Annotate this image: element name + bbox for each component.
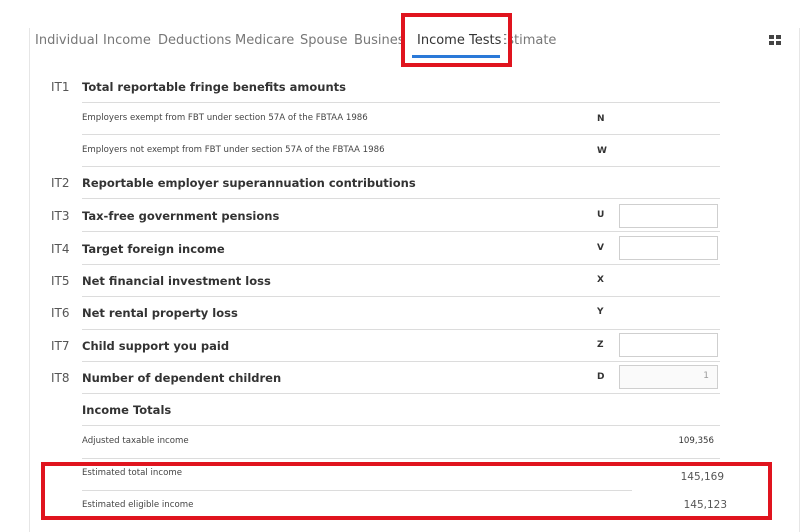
item-code-it2: IT2 <box>51 176 70 190</box>
child-support-paid-input[interactable] <box>619 333 718 357</box>
row-divider <box>82 329 720 330</box>
item-code-it6: IT6 <box>51 306 70 320</box>
item-code-it3: IT3 <box>51 209 70 223</box>
item-label-it8: Number of dependent children <box>82 371 282 385</box>
tab-business[interactable]: Business <box>354 33 402 48</box>
tab-highlight-box <box>401 13 512 67</box>
totals-highlight-box <box>41 462 772 520</box>
tab-medicare[interactable]: Medicare <box>235 33 294 48</box>
field-letter-x: X <box>597 275 604 285</box>
row-divider <box>82 198 720 199</box>
item-label-it5: Net financial investment loss <box>82 274 271 288</box>
tab-spouse[interactable]: Spouse <box>300 33 347 48</box>
item-label-it6: Net rental property loss <box>82 306 238 320</box>
tab-deductions[interactable]: Deductions <box>158 33 231 48</box>
tab-income[interactable]: Income <box>103 33 151 48</box>
tax-free-pensions-input[interactable] <box>619 204 718 228</box>
row-divider <box>82 231 720 232</box>
item-code-it4: IT4 <box>51 242 70 256</box>
item-label-fbt-not-exempt: Employers not exempt from FBT under sect… <box>82 145 385 155</box>
row-divider <box>82 458 720 459</box>
field-letter-w: W <box>597 146 607 156</box>
item-label-it2: Reportable employer superannuation contr… <box>82 176 416 190</box>
row-divider <box>82 264 720 265</box>
field-letter-d: D <box>597 372 605 382</box>
item-label-it3: Tax-free government pensions <box>82 209 280 223</box>
dependent-children-input[interactable]: 1 <box>619 365 718 389</box>
row-divider <box>82 393 720 394</box>
item-label-it4: Target foreign income <box>82 242 225 256</box>
row-divider <box>82 361 720 362</box>
row-divider <box>82 425 720 426</box>
adjusted-taxable-income-label: Adjusted taxable income <box>82 436 189 446</box>
grid-view-icon[interactable] <box>769 35 782 46</box>
field-letter-v: V <box>597 243 604 253</box>
item-label-it1: Total reportable fringe benefits amounts <box>82 80 347 94</box>
field-letter-n: N <box>597 114 605 124</box>
adjusted-taxable-income-value: 109,356 <box>678 436 714 446</box>
row-divider <box>82 166 720 167</box>
item-code-it8: IT8 <box>51 371 70 385</box>
row-divider <box>82 296 720 297</box>
target-foreign-income-input[interactable] <box>619 236 718 260</box>
item-code-it1: IT1 <box>51 80 70 94</box>
item-code-it7: IT7 <box>51 339 70 353</box>
row-divider <box>82 102 720 103</box>
item-label-fbt-exempt: Employers exempt from FBT under section … <box>82 113 368 123</box>
field-letter-y: Y <box>597 307 604 317</box>
income-totals-heading: Income Totals <box>82 403 172 417</box>
field-letter-u: U <box>597 210 605 220</box>
field-letter-z: Z <box>597 340 604 350</box>
tab-individual[interactable]: Individual <box>35 33 98 48</box>
item-code-it5: IT5 <box>51 274 70 288</box>
item-label-it7: Child support you paid <box>82 339 230 353</box>
row-divider <box>82 134 720 135</box>
